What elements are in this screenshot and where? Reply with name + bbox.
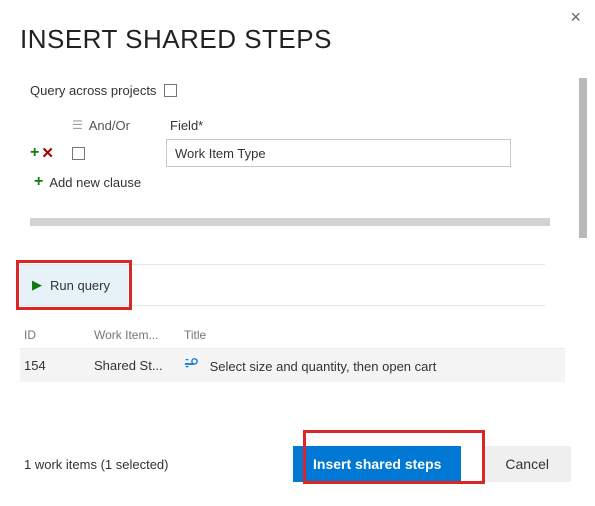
add-clause-icon[interactable]: + bbox=[30, 145, 39, 161]
query-across-projects-row: Query across projects bbox=[20, 65, 575, 106]
status-text: 1 work items (1 selected) bbox=[24, 457, 293, 472]
list-icon: ☰ bbox=[72, 118, 83, 132]
clause-header: ☰ And/Or Field* bbox=[30, 112, 575, 138]
add-new-clause-label: Add new clause bbox=[49, 175, 141, 190]
dialog-footer: 1 work items (1 selected) Insert shared … bbox=[0, 446, 595, 482]
query-across-projects-checkbox[interactable] bbox=[164, 84, 177, 97]
play-icon: ▶ bbox=[32, 277, 42, 293]
clause-area: ☰ And/Or Field* + ✕ + Add new clause bbox=[20, 106, 575, 230]
table-row[interactable]: 154 Shared St... Select size and quantit… bbox=[20, 349, 565, 382]
run-query-label: Run query bbox=[50, 278, 110, 293]
dialog-body: Query across projects ☰ And/Or Field* + … bbox=[0, 65, 595, 230]
query-across-projects-label: Query across projects bbox=[30, 83, 156, 98]
cell-title-text: Select size and quantity, then open cart bbox=[210, 359, 437, 374]
plus-icon: + bbox=[34, 174, 43, 190]
column-work-item-type[interactable]: Work Item... bbox=[94, 328, 184, 342]
clause-row: + ✕ bbox=[30, 138, 575, 168]
close-icon[interactable]: × bbox=[570, 8, 581, 26]
column-id[interactable]: ID bbox=[24, 328, 94, 342]
results-header: ID Work Item... Title bbox=[20, 322, 565, 349]
insert-shared-steps-button[interactable]: Insert shared steps bbox=[293, 446, 461, 482]
column-title[interactable]: Title bbox=[184, 328, 561, 342]
clause-andor-checkbox[interactable] bbox=[72, 147, 85, 160]
cell-work-item-type: Shared St... bbox=[94, 358, 184, 373]
andor-header-label: And/Or bbox=[89, 118, 130, 133]
results-table: ID Work Item... Title 154 Shared St... S… bbox=[20, 322, 565, 382]
cancel-button[interactable]: Cancel bbox=[483, 446, 571, 482]
run-query-button[interactable]: ▶ Run query bbox=[20, 265, 128, 305]
cell-title: Select size and quantity, then open cart bbox=[184, 357, 561, 374]
field-input[interactable] bbox=[166, 139, 511, 167]
column-field: Field* bbox=[166, 118, 575, 133]
run-query-bar: ▶ Run query bbox=[20, 264, 545, 306]
insert-shared-steps-dialog: × INSERT SHARED STEPS Query across proje… bbox=[0, 0, 595, 506]
shared-steps-icon bbox=[184, 357, 200, 374]
horizontal-scrollbar[interactable] bbox=[30, 218, 550, 226]
add-new-clause[interactable]: + Add new clause bbox=[30, 168, 575, 198]
remove-clause-icon[interactable]: ✕ bbox=[41, 146, 54, 161]
cell-id: 154 bbox=[24, 358, 94, 373]
dialog-title: INSERT SHARED STEPS bbox=[0, 0, 595, 65]
column-andor: ☰ And/Or bbox=[72, 118, 162, 133]
